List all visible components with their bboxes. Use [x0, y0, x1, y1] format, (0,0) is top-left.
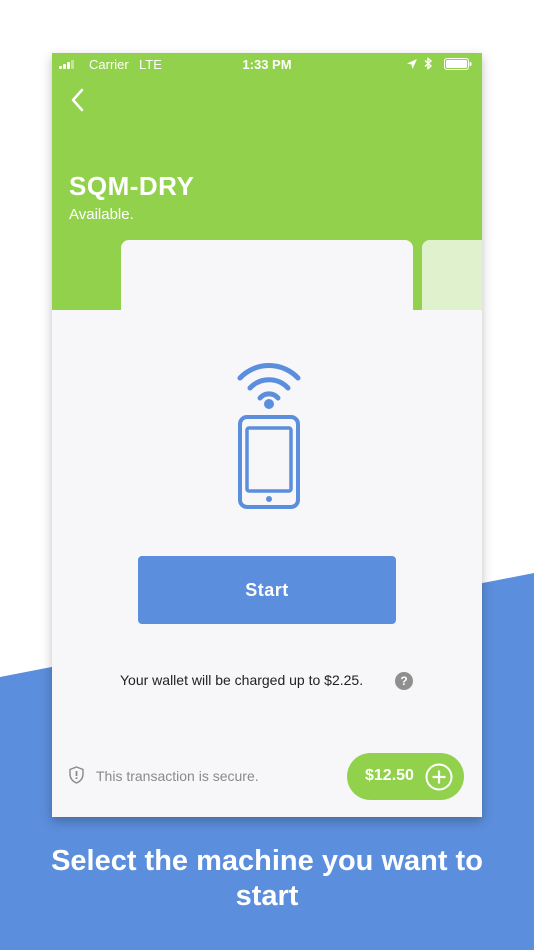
status-bar: Carrier LTE 1:33 PM	[52, 53, 482, 75]
machine-name: SQM-DRY	[69, 171, 195, 201]
location-arrow-icon	[407, 59, 417, 69]
help-icon[interactable]: ?	[395, 672, 413, 690]
plus-circle-icon	[425, 763, 453, 791]
machine-card: Start	[121, 240, 413, 648]
battery-icon	[444, 58, 472, 70]
charge-note: Your wallet will be charged up to $2.25.	[120, 672, 364, 688]
phone-screen: Carrier LTE 1:33 PM SQM-DRY Available. S…	[52, 53, 482, 817]
secure-text: This transaction is secure.	[96, 768, 259, 784]
secure-notice: This transaction is secure.	[68, 766, 328, 786]
shield-icon	[69, 766, 84, 784]
promo-caption: Select the machine you want to start	[51, 845, 483, 912]
wallet-balance-button[interactable]: $12.50	[347, 753, 464, 800]
start-button[interactable]: Start	[138, 556, 396, 624]
wallet-amount: $12.50	[365, 767, 414, 784]
next-machine-card[interactable]	[422, 240, 482, 648]
machine-status: Available.	[69, 206, 134, 223]
phone-nfc-icon	[237, 363, 301, 509]
status-icons	[406, 57, 476, 71]
bluetooth-icon	[424, 57, 433, 70]
back-chevron-icon[interactable]	[64, 85, 94, 115]
